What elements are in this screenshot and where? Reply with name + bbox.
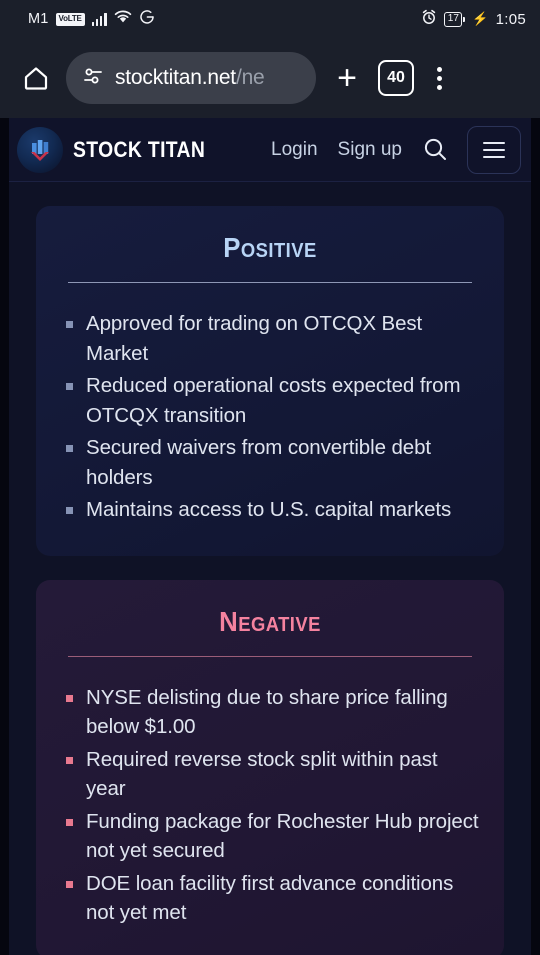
battery-level-badge: 17 (444, 11, 466, 27)
url-path: /ne (235, 66, 265, 89)
search-icon[interactable] (412, 136, 459, 163)
browser-toolbar: stocktitan.net/ne + 40 (0, 38, 540, 118)
list-item: Secured waivers from convertible debt ho… (60, 433, 480, 492)
tune-sliders-icon[interactable] (82, 65, 104, 92)
login-link[interactable]: Login (261, 139, 328, 161)
page-content: STOCK TITAN Login Sign up Positive Appro… (9, 118, 531, 955)
sentiment-cards: Positive Approved for trading on OTCQX B… (9, 182, 531, 955)
positive-card: Positive Approved for trading on OTCQX B… (36, 206, 504, 556)
tab-switcher-button[interactable]: 40 (378, 60, 414, 96)
status-bar-left: M1 VoLTE (14, 9, 421, 30)
negative-bullet-list: NYSE delisting due to share price fallin… (60, 683, 480, 928)
stock-titan-logo-icon[interactable] (17, 126, 63, 173)
positive-bullet-list: Approved for trading on OTCQX Best Marke… (60, 309, 480, 525)
positive-card-title: Positive (223, 232, 317, 263)
web-page-viewport: STOCK TITAN Login Sign up Positive Appro… (0, 118, 540, 955)
android-status-bar: M1 VoLTE 17 ⚡ 1:05 (0, 0, 540, 38)
signup-link[interactable]: Sign up (328, 139, 412, 161)
brand-name[interactable]: STOCK TITAN (73, 137, 205, 163)
url-address-bar[interactable]: stocktitan.net/ne (66, 52, 316, 104)
carrier-label: M1 (28, 11, 49, 27)
negative-card-title: Negative (219, 605, 321, 637)
list-item: Required reverse stock split within past… (60, 745, 480, 804)
list-item: Maintains access to U.S. capital markets (60, 495, 480, 525)
status-bar-right: 17 ⚡ 1:05 (421, 9, 526, 30)
volte-badge: VoLTE (55, 12, 85, 26)
new-tab-button[interactable]: + (326, 57, 368, 99)
list-item: DOE loan facility first advance conditio… (60, 869, 480, 928)
list-item: Funding package for Rochester Hub projec… (60, 807, 480, 866)
list-item: NYSE delisting due to share price fallin… (60, 683, 480, 742)
site-header: STOCK TITAN Login Sign up (9, 118, 531, 182)
list-item: Approved for trading on OTCQX Best Marke… (60, 309, 480, 368)
hamburger-menu-icon[interactable] (467, 125, 521, 174)
signal-strength-icon (91, 12, 107, 26)
url-text: stocktitan.net/ne (115, 66, 265, 90)
alarm-clock-icon (421, 9, 437, 30)
url-domain: stocktitan.net (115, 66, 236, 89)
charging-bolt-icon: ⚡ (472, 11, 489, 26)
three-dot-menu-icon[interactable] (424, 66, 454, 90)
negative-card: Negative NYSE delisting due to share pri… (36, 579, 504, 955)
google-g-icon (139, 9, 155, 30)
home-icon[interactable] (16, 58, 56, 98)
status-bar-clock: 1:05 (495, 10, 526, 28)
positive-card-divider (68, 282, 472, 283)
wifi-icon (114, 9, 132, 29)
negative-card-divider (68, 655, 472, 657)
list-item: Reduced operational costs expected from … (60, 371, 480, 430)
